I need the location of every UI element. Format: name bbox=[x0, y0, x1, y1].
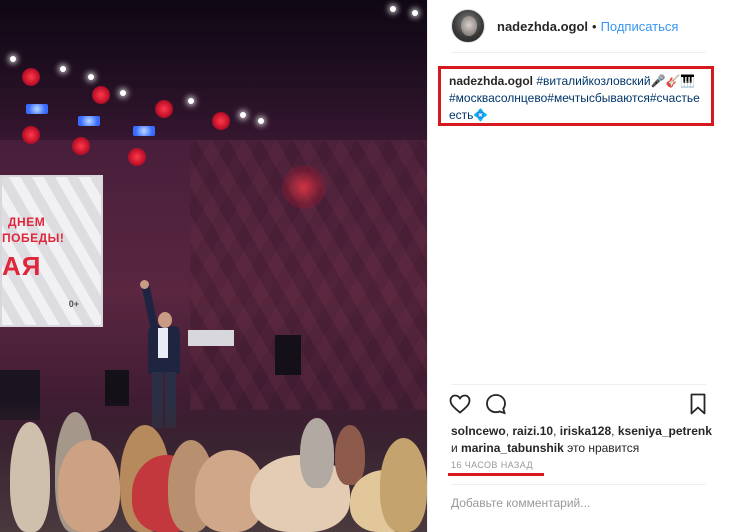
screen-age-rating: 0+ bbox=[68, 299, 79, 309]
stage-light-white bbox=[188, 98, 194, 104]
caption-emoji: 💠 bbox=[473, 108, 489, 122]
avatar[interactable] bbox=[451, 9, 485, 43]
add-comment-input[interactable]: Добавьте комментарий... bbox=[451, 496, 713, 510]
post-caption: nadezhda.ogol #виталийкозловский🎤🎸🎹 #мос… bbox=[449, 73, 703, 124]
caption-highlight-box: nadezhda.ogol #виталийкозловский🎤🎸🎹 #мос… bbox=[438, 66, 714, 126]
stage-light-white bbox=[240, 112, 246, 118]
audience-member bbox=[380, 438, 427, 532]
caption-emoji: 🎤🎸🎹 bbox=[650, 74, 696, 88]
light-flare bbox=[282, 165, 326, 209]
speech-bubble-icon[interactable] bbox=[484, 392, 508, 416]
post-side-panel: nadezhda.ogol • Подписаться nadezhda.ogo… bbox=[427, 0, 729, 532]
stage-light-red bbox=[22, 126, 40, 144]
stage-light-white bbox=[120, 90, 126, 96]
liker-username[interactable]: solncewo bbox=[451, 424, 506, 438]
hashtag-link[interactable]: #москвасолнцево bbox=[449, 91, 547, 105]
hashtag-link[interactable]: #мечтысбываются bbox=[547, 91, 650, 105]
screen-text-big: АЯ bbox=[2, 251, 42, 281]
audience-member bbox=[10, 422, 50, 532]
stage-light-red bbox=[92, 86, 110, 104]
stage-light-white bbox=[412, 10, 418, 16]
stage-light-red bbox=[155, 100, 173, 118]
hashtag-link[interactable]: #виталийкозловский bbox=[536, 74, 650, 88]
separator-dot: • bbox=[592, 18, 597, 34]
post-username[interactable]: nadezhda.ogol bbox=[497, 19, 588, 34]
stage-light-blue bbox=[133, 126, 155, 136]
audience-member bbox=[335, 425, 365, 485]
action-bar bbox=[448, 390, 710, 420]
screen-text-line1: ДНЕМ bbox=[8, 215, 46, 229]
liker-username[interactable]: iriska128 bbox=[560, 424, 611, 438]
likes-summary: solncewo, raizi.10, iriska128, kseniya_p… bbox=[451, 424, 712, 455]
follow-button[interactable]: Подписаться bbox=[601, 19, 679, 34]
post-photo[interactable]: ДНЕМ ПОБЕДЫ! АЯ 0+ bbox=[0, 0, 427, 532]
heart-icon[interactable] bbox=[448, 392, 472, 416]
stage-light-blue bbox=[26, 104, 48, 114]
stage-light-red bbox=[128, 148, 146, 166]
bookmark-icon[interactable] bbox=[686, 392, 710, 416]
stage-light-white bbox=[88, 74, 94, 80]
stage-light-blue bbox=[78, 116, 100, 126]
header-divider bbox=[451, 52, 706, 53]
audience-member bbox=[300, 418, 334, 488]
likes-suffix: это нравится bbox=[567, 441, 640, 455]
liker-username[interactable]: marina_tabunshik bbox=[461, 441, 564, 455]
stage-light-red bbox=[72, 137, 90, 155]
liker-username[interactable]: raizi.10 bbox=[512, 424, 553, 438]
caption-username[interactable]: nadezhda.ogol bbox=[449, 74, 533, 88]
stage-light-white bbox=[60, 66, 66, 72]
stage-light-red bbox=[212, 112, 230, 130]
stage-light-red bbox=[22, 68, 40, 86]
stage-light-white bbox=[390, 6, 396, 12]
stage-screen: ДНЕМ ПОБЕДЫ! АЯ 0+ bbox=[0, 175, 103, 327]
post-header: nadezhda.ogol • Подписаться bbox=[428, 0, 729, 52]
likes-and: и bbox=[451, 441, 458, 455]
screen-text-line2: ПОБЕДЫ! bbox=[2, 231, 65, 245]
comment-divider bbox=[451, 484, 706, 485]
post-timestamp[interactable]: 16 ЧАСОВ НАЗАД bbox=[451, 460, 533, 470]
timestamp-annotation-underline bbox=[448, 473, 544, 476]
audience-member bbox=[58, 440, 120, 532]
stage-light-white bbox=[258, 118, 264, 124]
stage-speaker bbox=[275, 335, 301, 375]
liker-username[interactable]: kseniya_petrenk bbox=[618, 424, 712, 438]
actions-divider bbox=[451, 384, 706, 385]
stage-screen-small bbox=[188, 330, 234, 346]
stage-light-white bbox=[10, 56, 16, 62]
